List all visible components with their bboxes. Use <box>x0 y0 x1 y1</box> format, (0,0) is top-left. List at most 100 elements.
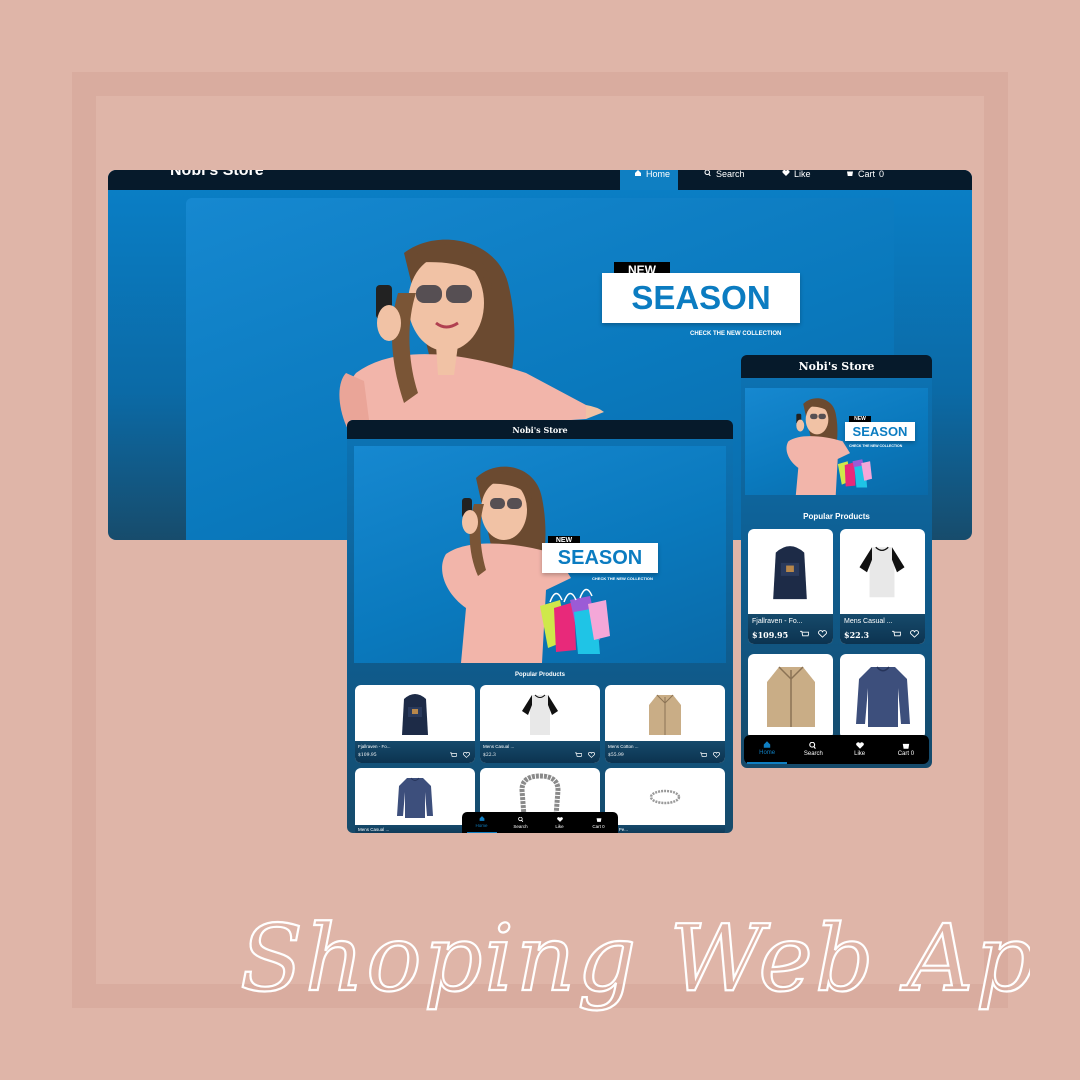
product-image-long-sleeve-shirt <box>856 666 910 727</box>
nav-search-label: Search <box>716 170 745 179</box>
desktop-nav-menu: Home Search Like Cart 0 <box>620 170 892 190</box>
like-icon[interactable] <box>588 752 595 758</box>
product-card[interactable]: Mens Casual ... $22.3 <box>480 685 600 763</box>
popular-products-title: Popular Products <box>514 672 565 678</box>
product-price: $22.3 <box>483 753 496 758</box>
headline-text: Shoping Web App <box>240 905 1030 1012</box>
product-image-backpack <box>402 694 428 735</box>
search-icon <box>809 742 817 749</box>
bottom-nav-like[interactable]: Like <box>545 812 575 833</box>
nav-like-link[interactable]: Like <box>760 170 832 190</box>
product-actions <box>575 752 595 758</box>
bottom-nav-cart[interactable]: Cart 0 <box>886 735 926 764</box>
nav-home-link[interactable]: Home <box>620 170 678 190</box>
product-card[interactable]: Fjallraven - Fo... $109.95 <box>748 529 833 644</box>
bottom-nav-cart[interactable]: Cart 0 <box>584 812 614 833</box>
product-card[interactable] <box>840 654 925 739</box>
heart-icon <box>782 170 790 176</box>
shopping-bags-image <box>540 588 610 654</box>
home-icon <box>763 741 771 748</box>
home-icon <box>635 170 641 176</box>
store-logo-text[interactable]: Nobi's Store <box>170 170 264 180</box>
product-card[interactable]: Gold Pe... <box>605 768 725 833</box>
tablet-store-title[interactable]: Nobi's Store <box>512 425 567 435</box>
bottom-nav-like[interactable]: Like <box>840 735 880 764</box>
like-icon[interactable] <box>910 630 919 638</box>
like-icon[interactable] <box>463 752 470 758</box>
collection-subline: CHECK THE NEW COLLECTION <box>849 444 903 448</box>
product-image-long-sleeve-shirt <box>397 777 433 818</box>
product-name: Fjallraven - Fo... <box>752 618 803 625</box>
heart-icon <box>855 742 864 749</box>
headline-script-text: Shoping Web App <box>239 904 1030 1013</box>
product-price: $55.99 <box>608 753 624 758</box>
product-image-raglan-tshirt <box>522 694 558 735</box>
bottom-nav-home-label: Home <box>475 823 488 828</box>
phone-hero-banner[interactable]: NEW SEASON CHECK THE NEW COLLECTION <box>745 388 928 495</box>
basket-icon <box>847 171 853 176</box>
like-icon[interactable] <box>818 630 827 638</box>
add-to-cart-icon[interactable] <box>800 630 809 638</box>
bottom-nav-cart-label: Cart 0 <box>592 824 604 829</box>
cart-count-badge: 0 <box>910 751 915 757</box>
product-actions <box>450 752 470 758</box>
hero-promo-block: NEW SEASON CHECK THE NEW COLLECTION <box>542 536 662 588</box>
season-headline: SEASON <box>542 543 658 573</box>
nav-like-label: Like <box>794 170 811 179</box>
product-actions <box>892 630 919 638</box>
add-to-cart-icon[interactable] <box>892 630 901 638</box>
product-price: $22.3 <box>844 630 870 640</box>
tablet-navbar: Nobi's Store <box>347 420 733 439</box>
add-to-cart-icon[interactable] <box>450 752 457 758</box>
product-actions <box>800 630 827 638</box>
search-icon <box>704 170 711 176</box>
tablet-hero-banner[interactable]: NEW SEASON CHECK THE NEW COLLECTION <box>354 446 726 663</box>
basket-icon <box>902 743 910 749</box>
phone-navbar: Nobi's Store <box>741 355 932 378</box>
popular-products-title: Popular Products <box>803 512 870 521</box>
product-card[interactable]: Fjallraven - Fo... $109.95 <box>355 685 475 763</box>
basket-icon <box>596 817 601 822</box>
product-card[interactable] <box>748 654 833 739</box>
product-image-backpack <box>773 546 807 600</box>
home-icon <box>479 816 484 821</box>
product-card[interactable]: Mens Casual ... $22.3 <box>840 529 925 644</box>
add-to-cart-icon[interactable] <box>700 752 707 758</box>
desktop-navbar: Nobi's Store Home Search Like Cart 0 <box>108 170 972 190</box>
product-image-jacket <box>649 694 681 735</box>
bottom-nav-search-label: Search <box>513 823 528 829</box>
bottom-nav-cart-text: Cart <box>897 751 910 757</box>
heart-icon <box>556 816 563 822</box>
bottom-nav-search[interactable]: Search <box>793 735 833 764</box>
phone-mockup: Nobi's Store NEW SEASON CHECK THE NEW CO… <box>741 355 932 768</box>
bottom-nav-home-label: Home <box>759 750 776 756</box>
product-card[interactable]: Mens Casual ... <box>355 768 475 833</box>
collection-subline: CHECK THE NEW COLLECTION <box>690 331 782 337</box>
nav-cart-link[interactable]: Cart 0 <box>832 170 892 190</box>
product-actions <box>700 752 720 758</box>
hero-promo-block: NEW SEASON CHECK THE NEW COLLECTION <box>841 416 921 452</box>
bottom-nav-home[interactable]: Home <box>747 735 788 764</box>
product-image-raglan-tshirt <box>859 546 905 598</box>
product-name: Mens Cotton ... <box>608 744 639 749</box>
product-price: $109.95 <box>752 630 789 640</box>
add-to-cart-icon[interactable] <box>575 752 582 758</box>
product-name: Mens Casual ... <box>358 827 390 832</box>
nav-search-link[interactable]: Search <box>678 170 760 190</box>
shopping-bags-image <box>837 459 873 488</box>
nav-home-label: Home <box>646 170 671 179</box>
bottom-nav-home[interactable]: Home <box>466 812 497 833</box>
product-card[interactable]: Mens Cotton ... $55.99 <box>605 685 725 763</box>
product-name: Mens Casual ... <box>483 744 515 749</box>
phone-bottom-nav: Home Search Like Cart 0 <box>744 735 929 764</box>
bottom-nav-cart-label: Cart 0 <box>898 751 914 757</box>
bottom-nav-search-label: Search <box>803 751 823 757</box>
product-price: $109.95 <box>358 753 377 758</box>
season-headline: SEASON <box>602 273 800 323</box>
nav-cart-label: Cart <box>858 170 876 179</box>
bottom-nav-cart-text: Cart <box>592 823 601 829</box>
phone-store-title[interactable]: Nobi's Store <box>799 360 875 373</box>
like-icon[interactable] <box>713 752 720 758</box>
product-image-jacket <box>767 666 815 727</box>
bottom-nav-search[interactable]: Search <box>506 812 536 833</box>
